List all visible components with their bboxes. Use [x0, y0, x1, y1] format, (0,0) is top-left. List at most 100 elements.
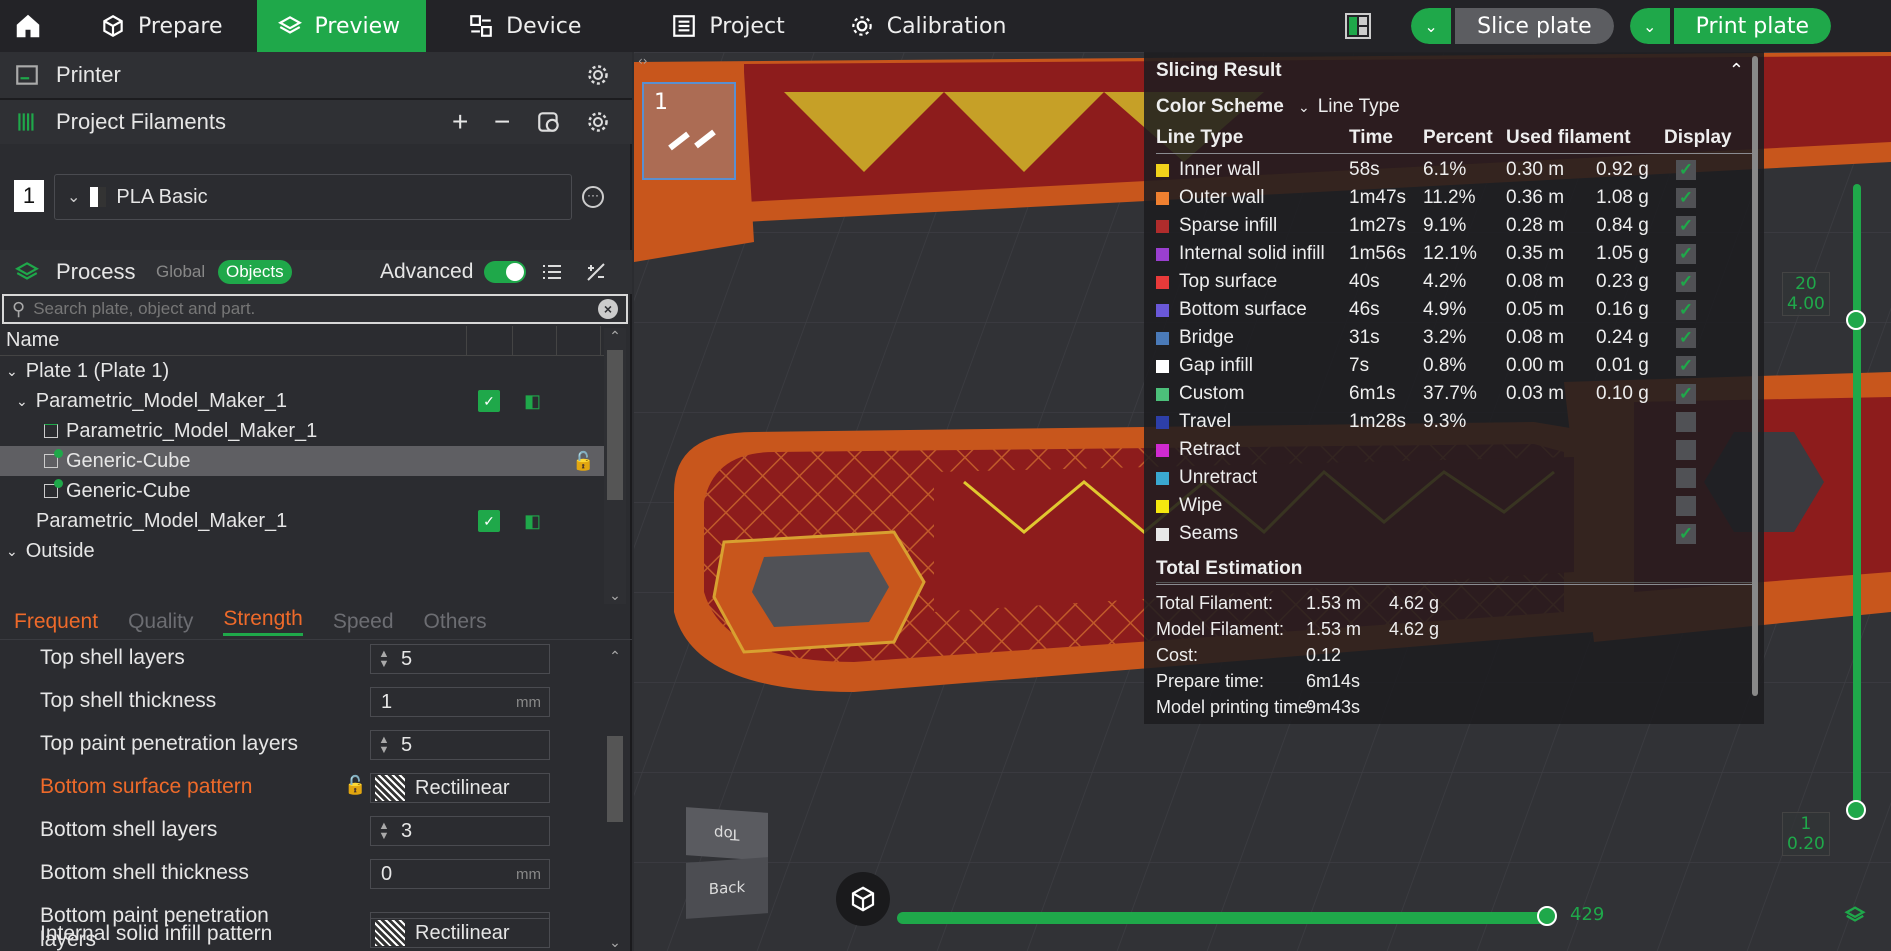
slice-plate-button[interactable]: ⌄ Slice plate: [1411, 8, 1614, 44]
plate-thumbnail[interactable]: 1: [642, 82, 736, 180]
scroll-up-icon[interactable]: ⌃: [604, 328, 626, 345]
tree-row-part[interactable]: Generic-Cube: [0, 476, 610, 506]
print-plate-button[interactable]: ⌄ Print plate: [1629, 8, 1831, 44]
lock-icon[interactable]: 🔓: [344, 775, 366, 796]
display-checkbox[interactable]: ✓: [1676, 384, 1696, 404]
collapse-icon[interactable]: ⌃: [1729, 60, 1744, 81]
gear-icon[interactable]: [586, 63, 610, 87]
scroll-down-icon[interactable]: ⌄: [604, 934, 626, 951]
line-type-time: 1m27s: [1349, 215, 1407, 236]
bottom-surface-pattern-select[interactable]: Rectilinear: [370, 773, 550, 803]
display-checkbox[interactable]: ✓: [1676, 272, 1696, 292]
paint-icon[interactable]: ◧: [524, 511, 541, 532]
tab-strength[interactable]: Strength: [223, 607, 303, 636]
bottom-shell-thickness-input[interactable]: 0 mm: [370, 859, 550, 889]
settings-scroll-thumb[interactable]: [607, 736, 623, 822]
stepper-icon[interactable]: ▲▼: [371, 821, 397, 842]
process-section: Process Global Objects Advanced: [0, 250, 632, 294]
display-checkbox[interactable]: ✓: [1676, 160, 1696, 180]
tab-prepare[interactable]: Prepare: [80, 0, 249, 52]
display-checkbox[interactable]: [1676, 440, 1696, 460]
tab-preview[interactable]: Preview: [256, 0, 427, 52]
tab-speed[interactable]: Speed: [333, 610, 394, 634]
view-cube-back[interactable]: Back: [686, 857, 768, 919]
tab-frequent[interactable]: Frequent: [14, 610, 98, 634]
tree-row-part-selected[interactable]: Generic-Cube 🔓: [0, 446, 610, 476]
tree-row-object[interactable]: ⌄ Parametric_Model_Maker_1 ✓ ◧: [0, 386, 610, 416]
display-checkbox[interactable]: ✓: [1676, 356, 1696, 376]
tab-calibration[interactable]: Calibration: [829, 0, 1033, 52]
display-checkbox[interactable]: ✓: [1676, 244, 1696, 264]
top-paint-penetration-input[interactable]: ▲ ▼ 5: [370, 730, 550, 760]
internal-solid-infill-pattern-select[interactable]: Rectilinear: [370, 918, 550, 948]
move-slider-track[interactable]: [897, 912, 1547, 924]
filament-select[interactable]: ⌄ PLA Basic: [54, 174, 572, 220]
move-slider-handle[interactable]: [1537, 906, 1557, 926]
result-scrollbar[interactable]: [1752, 56, 1758, 696]
global-toggle[interactable]: Global: [156, 262, 205, 282]
advanced-switch[interactable]: [484, 261, 526, 283]
stepper-icon[interactable]: ▲▼: [371, 735, 397, 756]
tree-row-plate[interactable]: ⌄ Plate 1 (Plate 1): [0, 356, 610, 386]
scroll-down-icon[interactable]: ⌄: [604, 587, 626, 604]
printer-section[interactable]: Printer: [0, 52, 632, 98]
objects-toggle[interactable]: Objects: [218, 260, 292, 284]
line-type-weight: 0.10 g: [1596, 383, 1649, 404]
tree-scrollbar[interactable]: ⌃ ⌄: [604, 328, 626, 604]
remove-icon[interactable]: −: [494, 106, 510, 138]
lock-icon[interactable]: 🔓: [572, 451, 594, 472]
tab-project[interactable]: Project: [651, 0, 810, 52]
clear-search-icon[interactable]: ×: [598, 299, 618, 319]
slice-dropdown[interactable]: ⌄: [1411, 8, 1452, 44]
tree-row-object[interactable]: Parametric_Model_Maker_1 ✓ ◧: [0, 506, 610, 536]
more-options-icon[interactable]: ···: [582, 186, 604, 208]
compare-icon[interactable]: [584, 260, 608, 284]
chevron-down-icon[interactable]: ⌄: [6, 543, 18, 560]
view-cube-top[interactable]: Top: [686, 807, 768, 861]
chevron-down-icon[interactable]: ⌄: [6, 363, 18, 380]
layers-icon[interactable]: [1844, 904, 1866, 926]
bottom-shell-layers-input[interactable]: ▲ ▼ 3: [370, 816, 550, 846]
object-search-input[interactable]: ⚲ Search plate, object and part. ×: [2, 294, 628, 324]
stepper-icon[interactable]: ▲▼: [371, 649, 397, 670]
gear-icon[interactable]: [586, 110, 610, 134]
scroll-up-icon[interactable]: ⌃: [604, 648, 626, 665]
display-checkbox[interactable]: ✓: [1676, 216, 1696, 236]
display-checkbox[interactable]: ✓: [1676, 300, 1696, 320]
settings-scrollbar[interactable]: ⌃ ⌄: [604, 648, 626, 951]
filament-sync-icon[interactable]: [536, 109, 562, 135]
collapse-arrow-icon[interactable]: ‹›: [638, 54, 648, 68]
add-icon[interactable]: +: [452, 106, 468, 138]
view-cube[interactable]: Top Back: [682, 792, 772, 922]
tree-scroll-thumb[interactable]: [607, 350, 623, 500]
layout-toggle-button[interactable]: [1345, 13, 1372, 39]
color-scheme-select[interactable]: ⌄ Line Type: [1294, 92, 1594, 122]
layer-slider-top-handle[interactable]: [1846, 310, 1866, 330]
layer-slider-track[interactable]: [1853, 184, 1861, 814]
tab-device[interactable]: Device: [448, 0, 607, 52]
visible-checkbox[interactable]: ✓: [478, 510, 500, 532]
home-button[interactable]: [0, 0, 56, 52]
paint-icon[interactable]: ◧: [524, 391, 541, 412]
tab-quality[interactable]: Quality: [128, 610, 193, 634]
display-checkbox[interactable]: [1676, 496, 1696, 516]
tree-row-part[interactable]: Parametric_Model_Maker_1: [0, 416, 610, 446]
display-checkbox[interactable]: [1676, 468, 1696, 488]
top-shell-layers-input[interactable]: ▲ ▼ 5: [370, 644, 550, 674]
param-label-modified: Bottom surface pattern: [40, 775, 253, 798]
display-checkbox[interactable]: ✓: [1676, 188, 1696, 208]
layer-slider-bottom-handle[interactable]: [1846, 800, 1866, 820]
top-shell-thickness-input[interactable]: 1 mm: [370, 687, 550, 717]
list-view-icon[interactable]: [540, 260, 564, 284]
reset-view-button[interactable]: [836, 872, 890, 926]
chevron-down-icon[interactable]: ⌄: [16, 393, 28, 410]
display-checkbox[interactable]: ✓: [1676, 328, 1696, 348]
estimation-label: Model Filament:: [1156, 618, 1285, 639]
tab-others[interactable]: Others: [424, 610, 487, 634]
list-icon: [673, 15, 696, 37]
visible-checkbox[interactable]: ✓: [478, 390, 500, 412]
print-dropdown[interactable]: ⌄: [1629, 8, 1670, 44]
tree-row-outside[interactable]: ⌄ Outside: [0, 536, 610, 566]
display-checkbox[interactable]: [1676, 412, 1696, 432]
display-checkbox[interactable]: ✓: [1676, 524, 1696, 544]
